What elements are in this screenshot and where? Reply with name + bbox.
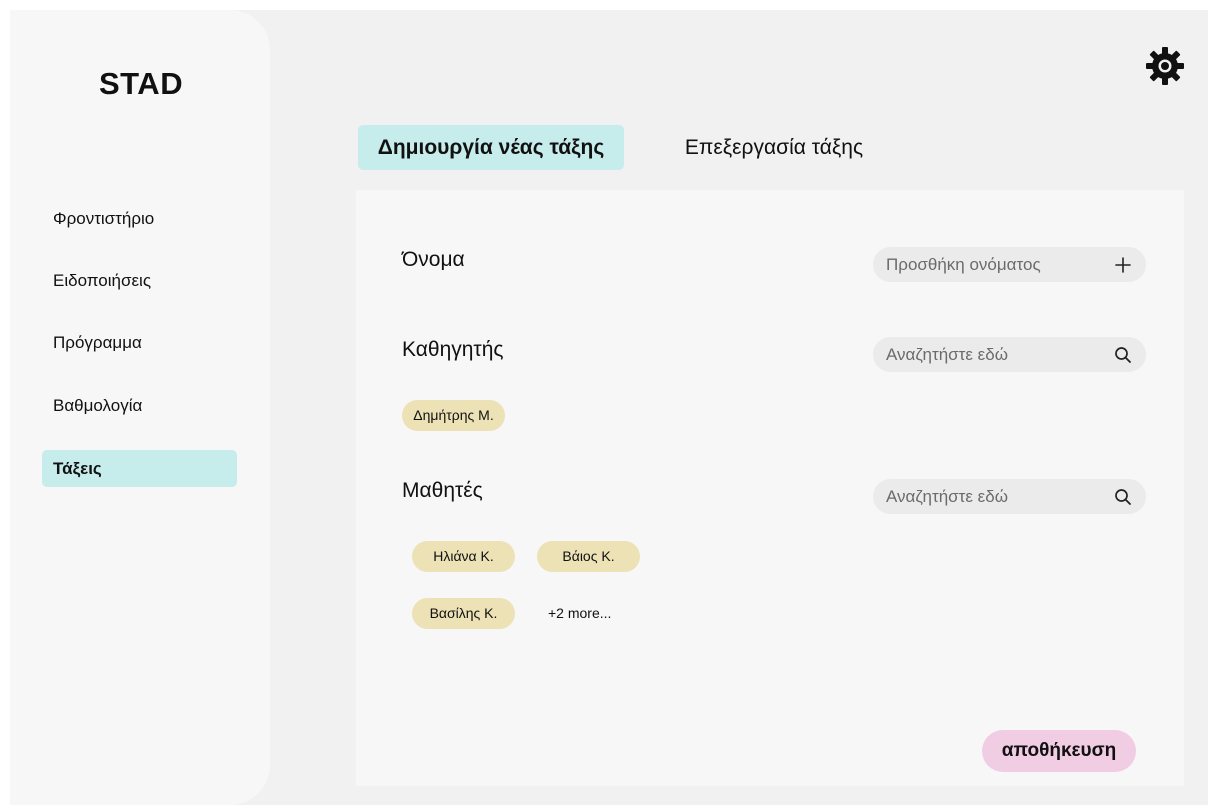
app-window: STAD Φροντιστήριο Ειδοποιήσεις Πρόγραμμα… (10, 10, 1208, 805)
sidebar-item-classes[interactable]: Τάξεις (42, 450, 237, 487)
student-chip[interactable]: Ηλιάνα Κ. (412, 541, 515, 572)
sidebar-item-schedule[interactable]: Πρόγραμμα (42, 324, 237, 361)
sidebar-item-notifications[interactable]: Ειδοποιήσεις (42, 262, 237, 299)
students-search-box (873, 479, 1146, 514)
app-logo: STAD (99, 66, 184, 101)
gear-icon[interactable] (1145, 46, 1185, 86)
tab-create-class[interactable]: Δημιουργία νέας τάξης (358, 125, 624, 170)
plus-icon[interactable] (1112, 254, 1134, 276)
teacher-label: Καθηγητής (402, 338, 504, 361)
tab-edit-class[interactable]: Επεξεργασία τάξης (664, 125, 884, 170)
sidebar: STAD Φροντιστήριο Ειδοποιήσεις Πρόγραμμα… (10, 10, 270, 805)
teacher-chip[interactable]: Δημήτρης Μ. (402, 400, 505, 431)
sidebar-item-grades[interactable]: Βαθμολογία (42, 387, 237, 424)
student-chip[interactable]: Βάιος Κ. (537, 541, 640, 572)
more-students-link[interactable]: +2 more... (548, 598, 611, 629)
name-label: Όνομα (402, 248, 465, 271)
students-search-input[interactable] (873, 479, 1103, 514)
students-label: Μαθητές (402, 479, 483, 502)
student-chip[interactable]: Βασίλης Κ. (412, 598, 515, 629)
search-icon[interactable] (1112, 486, 1134, 508)
name-input[interactable] (873, 247, 1103, 282)
search-icon[interactable] (1112, 344, 1134, 366)
teacher-search-box (873, 337, 1146, 372)
name-input-box (873, 247, 1146, 282)
sidebar-item-frontistirio[interactable]: Φροντιστήριο (42, 200, 237, 237)
create-class-panel: Όνομα Καθηγητής Δημήτρης Μ. Μαθητές Ηλιά… (356, 190, 1184, 786)
save-button[interactable]: αποθήκευση (982, 730, 1136, 772)
teacher-search-input[interactable] (873, 337, 1103, 372)
